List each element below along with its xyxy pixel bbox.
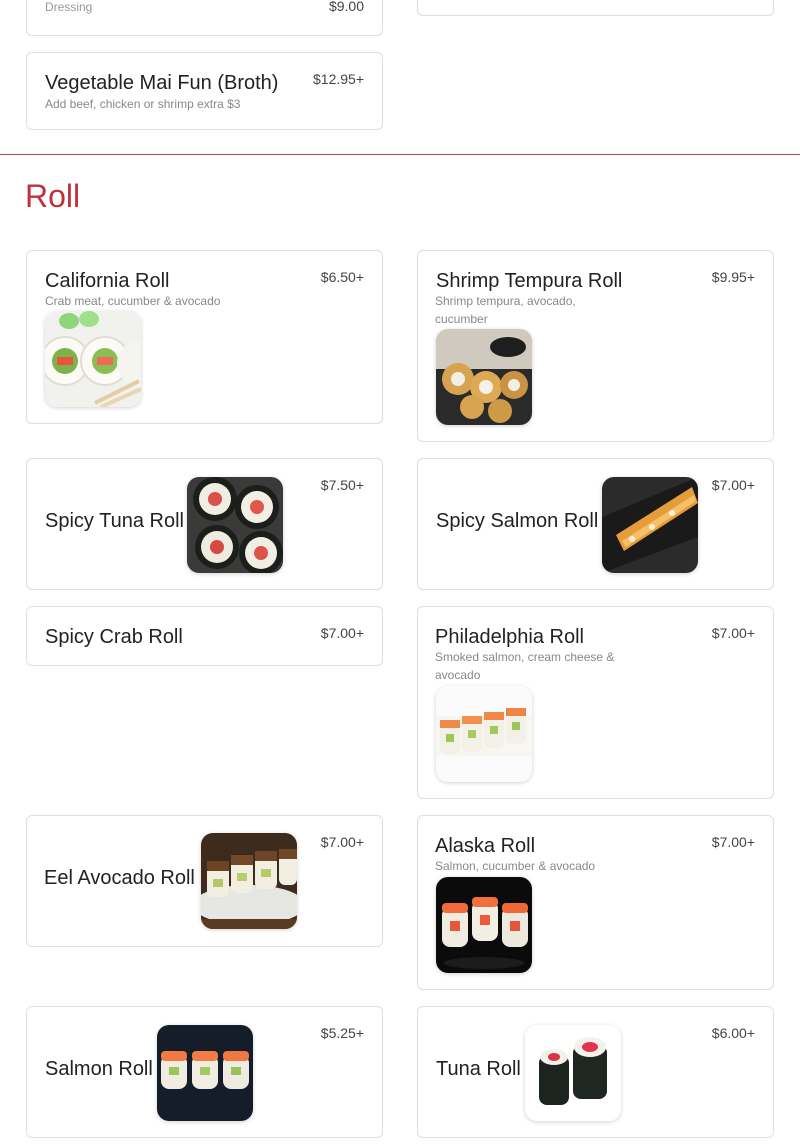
- item-price: $9.95+: [711, 269, 755, 285]
- item-description: Smoked salmon, cream cheese & avocado: [435, 650, 615, 682]
- section-divider: [0, 154, 800, 155]
- item-description: Salmon, cucumber & avocado: [435, 859, 596, 873]
- item-description: Dressing: [45, 0, 93, 14]
- item-description: Crab meat, cucumber & avocado: [45, 294, 221, 308]
- item-price: $7.50+: [320, 477, 364, 493]
- item-price: $7.00+: [711, 477, 755, 493]
- menu-item-card[interactable]: Spicy Crab Roll $7.00+: [26, 606, 383, 666]
- item-price: $9.00: [328, 0, 364, 14]
- item-price: $12.95+: [313, 71, 364, 87]
- item-price: $7.00+: [711, 834, 755, 850]
- item-description: Add beef, chicken or shrimp extra $3: [45, 97, 241, 111]
- menu-item-card[interactable]: Tuna Roll $6.00+: [417, 1006, 774, 1138]
- item-price: $7.00+: [320, 625, 364, 641]
- item-name: Shrimp Tempura Roll: [436, 270, 623, 292]
- item-price: $5.25+: [320, 1025, 364, 1041]
- item-price: $7.00+: [320, 834, 364, 850]
- spicy-tuna-roll-image: [187, 477, 283, 573]
- menu-item-card-partial-right[interactable]: [417, 0, 774, 16]
- item-price: $6.50+: [320, 269, 364, 285]
- spicy-salmon-roll-image: [602, 477, 698, 573]
- item-name: Alaska Roll: [435, 835, 536, 857]
- item-name: Spicy Salmon Roll: [436, 510, 599, 532]
- menu-item-card[interactable]: Eel Avocado Roll $7.00+: [26, 815, 383, 947]
- section-title: Roll: [25, 178, 81, 214]
- shrimp-tempura-roll-image: [436, 329, 532, 425]
- alaska-roll-image: [436, 877, 532, 973]
- menu-item-card[interactable]: Spicy Salmon Roll $7.00+: [417, 458, 774, 590]
- item-name: Spicy Crab Roll: [45, 626, 183, 648]
- philadelphia-roll-image: [436, 686, 532, 782]
- tuna-roll-image: [525, 1025, 621, 1121]
- item-description: Shrimp tempura, avocado, cucumber: [435, 294, 576, 326]
- menu-item-card-partial[interactable]: Dressing $9.00: [26, 0, 383, 36]
- menu-item-card[interactable]: Vegetable Mai Fun (Broth) $12.95+ Add be…: [26, 52, 383, 130]
- california-roll-image: [45, 311, 141, 407]
- item-name: Tuna Roll: [436, 1058, 521, 1080]
- menu-item-card[interactable]: Spicy Tuna Roll $7.50+: [26, 458, 383, 590]
- item-name: Philadelphia Roll: [435, 626, 584, 648]
- item-name: Spicy Tuna Roll: [45, 510, 184, 532]
- eel-avocado-roll-image: [201, 833, 297, 929]
- item-price: $7.00+: [711, 625, 755, 641]
- menu-item-card[interactable]: Alaska Roll $7.00+ Salmon, cucumber & av…: [417, 815, 774, 990]
- item-price: $6.00+: [711, 1025, 755, 1041]
- menu-item-card[interactable]: Salmon Roll $5.25+: [26, 1006, 383, 1138]
- menu-item-card[interactable]: California Roll $6.50+ Crab meat, cucumb…: [26, 250, 383, 424]
- item-name: Eel Avocado Roll: [44, 867, 195, 889]
- menu-item-card[interactable]: Philadelphia Roll $7.00+ Smoked salmon, …: [417, 606, 774, 799]
- item-name: Salmon Roll: [45, 1058, 153, 1080]
- item-name: California Roll: [45, 270, 170, 292]
- salmon-roll-image: [157, 1025, 253, 1121]
- item-name: Vegetable Mai Fun (Broth): [45, 72, 279, 94]
- menu-item-card[interactable]: Shrimp Tempura Roll $9.95+ Shrimp tempur…: [417, 250, 774, 442]
